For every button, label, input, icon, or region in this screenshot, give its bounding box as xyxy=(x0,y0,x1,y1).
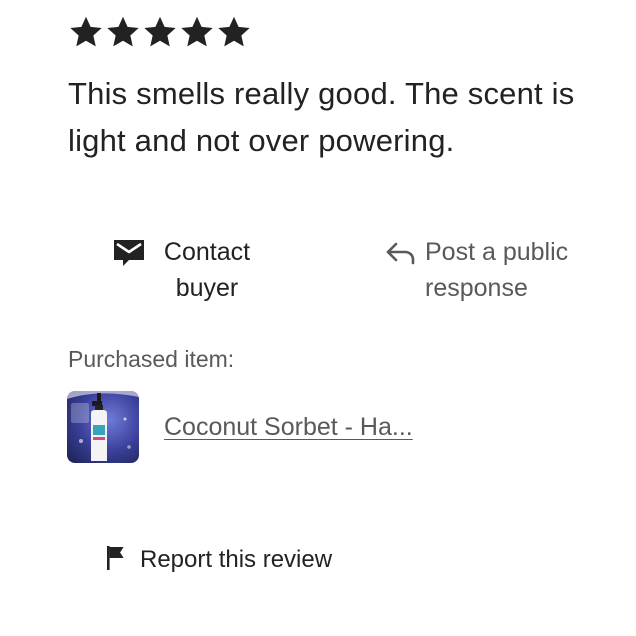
purchased-item-link[interactable]: Coconut Sorbet - Ha... xyxy=(164,409,413,445)
purchased-item-thumbnail[interactable] xyxy=(67,391,139,463)
mail-icon xyxy=(114,240,144,266)
reply-arrow-icon xyxy=(386,242,415,265)
report-review-button[interactable]: Report this review xyxy=(106,542,332,578)
star-icon xyxy=(70,16,102,47)
product-image xyxy=(67,391,139,463)
star-icon xyxy=(181,16,213,47)
flag-icon xyxy=(107,546,124,570)
star-icon xyxy=(107,16,139,47)
purchased-item-label: Purchased item: xyxy=(68,346,235,372)
contact-buyer-button[interactable]: Contact buyer xyxy=(113,234,267,306)
report-review-label: Report this review xyxy=(140,546,333,573)
star-rating xyxy=(68,14,252,50)
post-public-response-label: Post a public response xyxy=(425,238,569,302)
contact-buyer-label: Contact buyer xyxy=(163,238,251,302)
star-icon xyxy=(144,16,176,47)
post-public-response-button[interactable]: Post a public response xyxy=(385,234,595,306)
star-icon xyxy=(218,16,250,47)
review-text: This smells really good. The scent is li… xyxy=(68,76,575,158)
